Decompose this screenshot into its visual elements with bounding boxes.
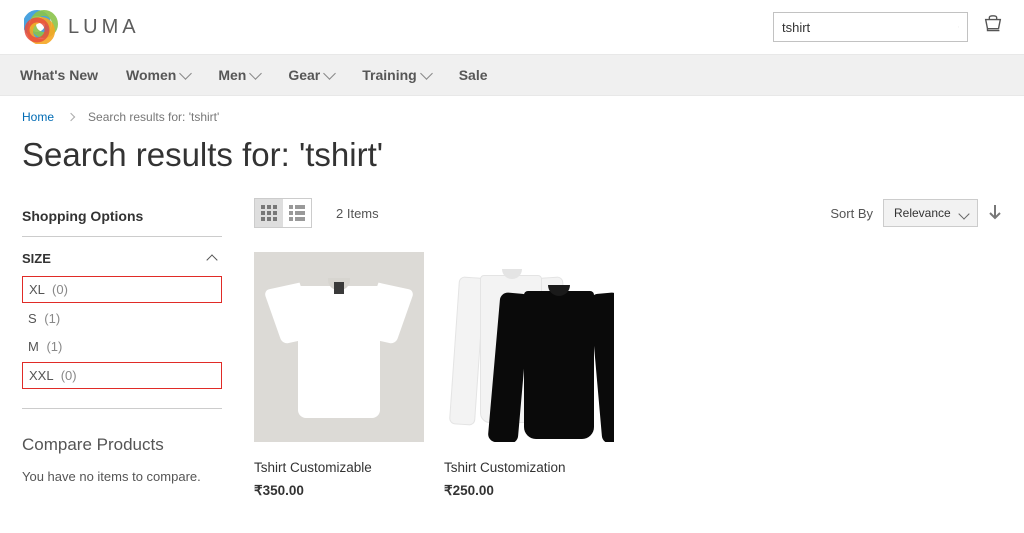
nav-label: Gear: [288, 67, 320, 83]
logo[interactable]: LUMA: [24, 10, 140, 44]
size-label: XL: [29, 282, 44, 297]
nav-training[interactable]: Training: [362, 67, 430, 83]
search-box[interactable]: [773, 12, 968, 42]
chevron-down-icon: [323, 67, 336, 80]
page-title: Search results for: 'tshirt': [0, 132, 1024, 198]
luma-logo-icon: [24, 10, 58, 44]
nav-label: Men: [218, 67, 246, 83]
main-nav: What's New Women Men Gear Training Sale: [0, 54, 1024, 96]
main-content: 2 Items Sort By Relevance: [254, 198, 1002, 499]
search-input[interactable]: [782, 20, 958, 35]
brand-text: LUMA: [68, 16, 140, 39]
size-count: (1): [46, 339, 62, 354]
product-price: ₹250.00: [444, 483, 614, 499]
arrow-down-icon: [988, 204, 1002, 220]
header: LUMA: [0, 0, 1024, 54]
size-count: (1): [44, 311, 60, 326]
chevron-down-icon: [420, 67, 433, 80]
list-icon: [289, 205, 305, 221]
list-view-button[interactable]: [283, 199, 311, 227]
chevron-right-icon: [67, 113, 75, 121]
sorter: Sort By Relevance: [830, 199, 1002, 227]
filter-size-toggle[interactable]: SIZE: [22, 237, 222, 276]
chevron-down-icon: [249, 67, 262, 80]
size-label: M: [28, 339, 39, 354]
breadcrumb-current: Search results for: 'tshirt': [88, 110, 219, 124]
view-mode-switch: [254, 198, 312, 228]
breadcrumb: Home Search results for: 'tshirt': [0, 96, 1024, 132]
product-name[interactable]: Tshirt Customizable: [254, 460, 424, 475]
sidebar: Shopping Options SIZE XL (0) S (1) M (1)…: [22, 198, 222, 499]
compare-products-title: Compare Products: [22, 409, 222, 469]
filter-size-options: XL (0) S (1) M (1) XXL (0): [22, 276, 222, 409]
size-label: S: [28, 311, 37, 326]
grid-icon: [261, 205, 277, 221]
toolbar: 2 Items Sort By Relevance: [254, 198, 1002, 228]
nav-label: Sale: [459, 67, 488, 83]
tshirt-white-icon: [270, 272, 408, 422]
size-count: (0): [52, 282, 68, 297]
size-count: (0): [61, 368, 77, 383]
size-option-m[interactable]: M (1): [22, 334, 222, 359]
product-name[interactable]: Tshirt Customization: [444, 460, 614, 475]
product-grid: Tshirt Customizable ₹350.00 Tshirt Custo…: [254, 252, 1002, 499]
product-image[interactable]: [254, 252, 424, 442]
size-option-s[interactable]: S (1): [22, 306, 222, 331]
grid-view-button[interactable]: [255, 199, 283, 227]
nav-label: Women: [126, 67, 176, 83]
nav-women[interactable]: Women: [126, 67, 190, 83]
chevron-down-icon: [179, 67, 192, 80]
sort-direction-button[interactable]: [988, 204, 1002, 223]
size-option-xl[interactable]: XL (0): [22, 276, 222, 303]
shopping-options-title: Shopping Options: [22, 198, 222, 237]
nav-whats-new[interactable]: What's New: [20, 67, 98, 83]
search-icon[interactable]: [958, 19, 959, 35]
breadcrumb-home[interactable]: Home: [22, 110, 54, 124]
filter-label: SIZE: [22, 251, 51, 266]
nav-gear[interactable]: Gear: [288, 67, 334, 83]
size-option-xxl[interactable]: XXL (0): [22, 362, 222, 389]
cart-icon[interactable]: [982, 14, 1004, 41]
product-image[interactable]: [444, 252, 614, 442]
product-price: ₹350.00: [254, 483, 424, 499]
nav-label: What's New: [20, 67, 98, 83]
compare-empty-text: You have no items to compare.: [22, 469, 222, 484]
chevron-up-icon: [206, 254, 217, 265]
nav-label: Training: [362, 67, 416, 83]
nav-men[interactable]: Men: [218, 67, 260, 83]
size-label: XXL: [29, 368, 53, 383]
item-count: 2 Items: [336, 206, 379, 221]
product-card[interactable]: Tshirt Customizable ₹350.00: [254, 252, 424, 499]
tshirt-combo-icon: [444, 257, 614, 437]
nav-sale[interactable]: Sale: [459, 67, 488, 83]
sort-by-label: Sort By: [830, 206, 873, 221]
product-card[interactable]: Tshirt Customization ₹250.00: [444, 252, 614, 499]
sort-select[interactable]: Relevance: [883, 199, 978, 227]
